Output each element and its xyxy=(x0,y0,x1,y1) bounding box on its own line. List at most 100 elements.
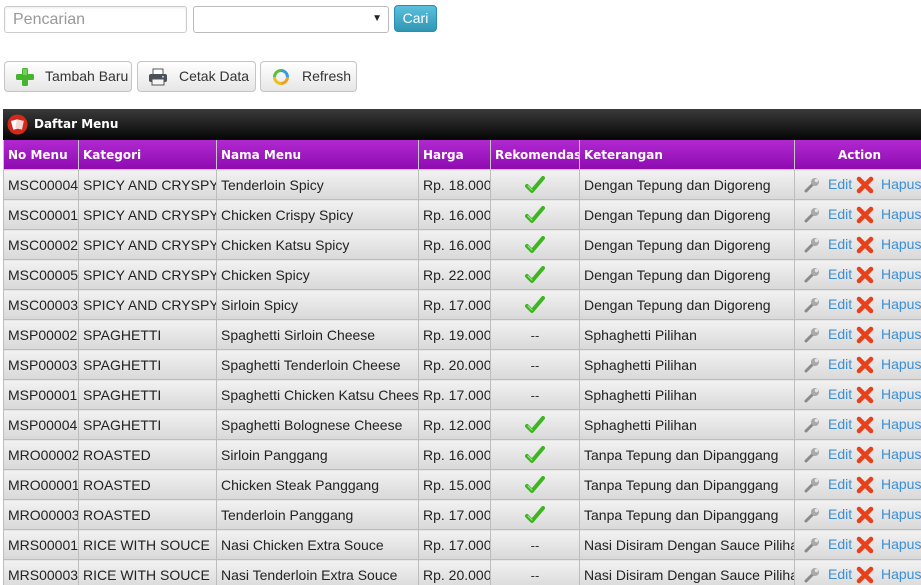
cell-rekomendasi xyxy=(490,199,580,230)
cell-kategori: RICE WITH SOUCE xyxy=(78,559,217,585)
wrench-icon[interactable] xyxy=(803,566,821,584)
cell-action: Edit Hapus xyxy=(794,559,921,585)
x-icon[interactable] xyxy=(856,236,874,254)
cell-keterangan: Tanpa Tepung dan Dipanggang xyxy=(579,499,795,530)
wrench-icon[interactable] xyxy=(803,356,821,374)
header-no-menu[interactable]: No Menu xyxy=(3,140,79,170)
x-icon[interactable] xyxy=(856,296,874,314)
not-recommended-mark: -- xyxy=(530,387,540,403)
cell-keterangan: Sphaghetti Pilihan xyxy=(579,319,795,350)
edit-link[interactable]: Edit xyxy=(828,266,852,282)
cell-keterangan: Sphaghetti Pilihan xyxy=(579,409,795,440)
edit-link[interactable]: Edit xyxy=(828,506,852,522)
cell-kategori: RICE WITH SOUCE xyxy=(78,529,217,560)
check-icon xyxy=(525,445,545,463)
wrench-icon[interactable] xyxy=(803,386,821,404)
delete-link[interactable]: Hapus xyxy=(881,446,921,462)
edit-link[interactable]: Edit xyxy=(828,236,852,252)
table-row: MRO00003 ROASTED Tenderloin Panggang Rp. 17… xyxy=(3,499,921,530)
cell-harga: Rp. 20.000 xyxy=(418,349,491,380)
cell-rekomendasi xyxy=(490,169,580,200)
delete-link[interactable]: Hapus xyxy=(881,176,921,192)
cell-keterangan: Tanpa Tepung dan Dipanggang xyxy=(579,469,795,500)
edit-link[interactable]: Edit xyxy=(828,206,852,222)
x-icon[interactable] xyxy=(856,176,874,194)
row-actions: Edit Hapus xyxy=(799,291,921,319)
wrench-icon[interactable] xyxy=(803,206,821,224)
delete-link[interactable]: Hapus xyxy=(881,536,921,552)
wrench-icon[interactable] xyxy=(803,176,821,194)
x-icon[interactable] xyxy=(856,326,874,344)
delete-link[interactable]: Hapus xyxy=(881,476,921,492)
refresh-button[interactable]: Refresh xyxy=(260,61,357,92)
x-icon[interactable] xyxy=(856,536,874,554)
x-icon[interactable] xyxy=(856,206,874,224)
add-new-button[interactable]: Tambah Baru xyxy=(4,61,132,92)
delete-link[interactable]: Hapus xyxy=(881,566,921,582)
delete-link[interactable]: Hapus xyxy=(881,326,921,342)
row-actions: Edit Hapus xyxy=(799,531,921,559)
x-icon[interactable] xyxy=(856,266,874,284)
header-keterangan[interactable]: Keterangan xyxy=(579,140,795,170)
search-input[interactable] xyxy=(4,6,187,33)
cell-rekomendasi xyxy=(490,229,580,260)
x-icon[interactable] xyxy=(856,476,874,494)
wrench-icon[interactable] xyxy=(803,296,821,314)
delete-link[interactable]: Hapus xyxy=(881,236,921,252)
search-button[interactable]: Cari xyxy=(394,5,437,32)
wrench-icon[interactable] xyxy=(803,536,821,554)
cell-nama-menu: Chicken Steak Panggang xyxy=(216,469,419,500)
cell-keterangan: Dengan Tepung dan Digoreng xyxy=(579,229,795,260)
table-row: MSC00002 SPICY AND CRYSPY Chicken Katsu Sp… xyxy=(3,229,921,260)
cell-action: Edit Hapus xyxy=(794,349,921,380)
x-icon[interactable] xyxy=(856,386,874,404)
header-kategori[interactable]: Kategori xyxy=(78,140,217,170)
edit-link[interactable]: Edit xyxy=(828,326,852,342)
edit-link[interactable]: Edit xyxy=(828,536,852,552)
edit-link[interactable]: Edit xyxy=(828,296,852,312)
x-icon[interactable] xyxy=(856,446,874,464)
header-action: Action xyxy=(794,140,921,170)
wrench-icon[interactable] xyxy=(803,506,821,524)
delete-link[interactable]: Hapus xyxy=(881,356,921,372)
panel-header: Daftar Menu xyxy=(3,109,921,140)
x-icon[interactable] xyxy=(856,416,874,434)
x-icon[interactable] xyxy=(856,356,874,374)
delete-link[interactable]: Hapus xyxy=(881,266,921,282)
cell-keterangan: Dengan Tepung dan Digoreng xyxy=(579,199,795,230)
edit-link[interactable]: Edit xyxy=(828,476,852,492)
delete-link[interactable]: Hapus xyxy=(881,296,921,312)
header-rekomendasi[interactable]: Rekomendasi xyxy=(490,140,580,170)
header-nama-menu[interactable]: Nama Menu xyxy=(216,140,419,170)
edit-link[interactable]: Edit xyxy=(828,566,852,582)
x-icon[interactable] xyxy=(856,566,874,584)
edit-link[interactable]: Edit xyxy=(828,446,852,462)
wrench-icon[interactable] xyxy=(803,326,821,344)
wrench-icon[interactable] xyxy=(803,266,821,284)
row-actions: Edit Hapus xyxy=(799,261,921,289)
check-icon xyxy=(525,175,545,193)
wrench-icon[interactable] xyxy=(803,416,821,434)
edit-link[interactable]: Edit xyxy=(828,386,852,402)
category-select[interactable]: ▼ xyxy=(193,6,389,33)
delete-link[interactable]: Hapus xyxy=(881,206,921,222)
edit-link[interactable]: Edit xyxy=(828,416,852,432)
delete-link[interactable]: Hapus xyxy=(881,386,921,402)
edit-link[interactable]: Edit xyxy=(828,176,852,192)
header-harga[interactable]: Harga xyxy=(418,140,491,170)
table-row: MRO00001 ROASTED Chicken Steak Panggang Rp.… xyxy=(3,469,921,500)
delete-link[interactable]: Hapus xyxy=(881,416,921,432)
cell-action: Edit Hapus xyxy=(794,229,921,260)
x-icon[interactable] xyxy=(856,506,874,524)
print-data-button[interactable]: Cetak Data xyxy=(137,61,256,92)
edit-link[interactable]: Edit xyxy=(828,356,852,372)
cell-no-menu: MRS00003 xyxy=(3,559,79,585)
wrench-icon[interactable] xyxy=(803,446,821,464)
row-actions: Edit Hapus xyxy=(799,471,921,499)
wrench-icon[interactable] xyxy=(803,476,821,494)
table-row: MSP00001 SPAGHETTI Spaghetti Chicken Katsu… xyxy=(3,379,921,410)
wrench-icon[interactable] xyxy=(803,236,821,254)
cell-kategori: ROASTED xyxy=(78,469,217,500)
cell-rekomendasi: -- xyxy=(490,529,580,560)
delete-link[interactable]: Hapus xyxy=(881,506,921,522)
